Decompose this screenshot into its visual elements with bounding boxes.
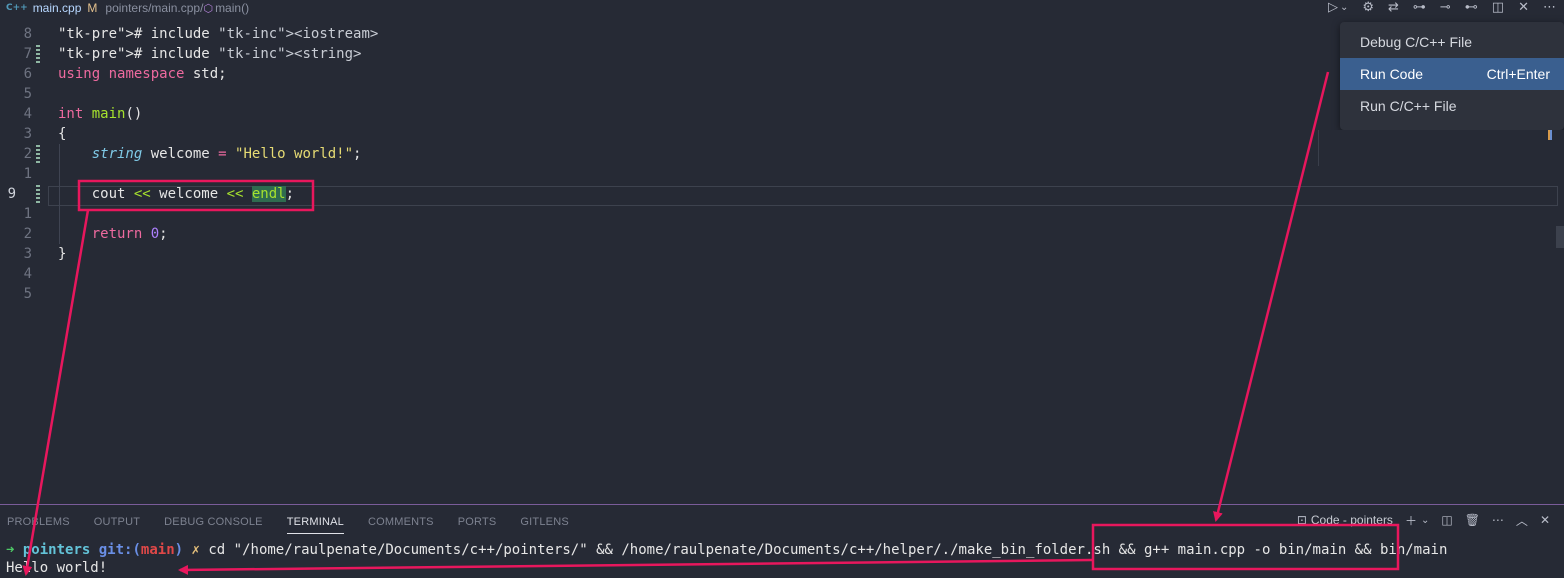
split-editor-icon[interactable]: ◫: [1492, 0, 1504, 16]
code-editor[interactable]: 8 "tk-pre"># include "tk-inc"><iostream> 7…: [0, 24, 1564, 504]
line-number: 2: [23, 226, 32, 242]
code-text: }: [58, 246, 67, 262]
line-number: 6: [23, 66, 32, 82]
code-text: "tk-pre"># include "tk-inc"><iostream>: [58, 26, 379, 42]
menu-item-run-code[interactable]: Run Code Ctrl+Enter: [1340, 58, 1564, 90]
editor-toolbar: ▷ ⌄ ⚙ ⇄ ⊶ ⊸ ⊷ ◫ ✕ ⋯: [1328, 0, 1556, 16]
symbol-method-icon: ⬡: [203, 2, 214, 15]
terminal-name[interactable]: Code - pointers: [1311, 513, 1393, 527]
terminal-command-line: ➜ pointers git:(main) ✗ cd "/home/raulpe…: [6, 542, 1448, 558]
code-line[interactable]: 3}: [0, 244, 1564, 264]
code-line[interactable]: 7 "tk-pre"># include "tk-inc"><string>: [0, 44, 1564, 64]
breadcrumb-file[interactable]: main.cpp: [33, 1, 82, 15]
line-number: 3: [23, 246, 32, 262]
line-number: 3: [23, 126, 32, 142]
git-change-marker[interactable]: [36, 185, 40, 203]
menu-item-run-file[interactable]: Run C/C++ File: [1340, 90, 1564, 122]
breadcrumb-symbol[interactable]: main(): [215, 1, 249, 15]
tab-terminal[interactable]: TERMINAL: [286, 506, 345, 534]
git-change-marker[interactable]: [36, 145, 40, 163]
close-icon[interactable]: ✕: [1518, 0, 1529, 16]
code-line[interactable]: 4 int main(): [0, 104, 1564, 124]
terminal-output: Hello world!: [6, 560, 108, 576]
code-line[interactable]: 2 return 0;: [0, 224, 1564, 244]
line-number: 5: [23, 286, 32, 302]
git-commit-icon[interactable]: ⊶: [1413, 0, 1426, 16]
panel-actions: ⊡ Code - pointers ＋ ⌄ ◫ 🗑 ⋯ ︿ ✕: [1297, 506, 1550, 534]
more-icon[interactable]: ⋯: [1492, 513, 1504, 527]
terminal[interactable]: ➜ pointers git:(main) ✗ cd "/home/raulpe…: [0, 540, 1564, 578]
code-text: string welcome = "Hello world!";: [91, 146, 362, 162]
split-terminal-icon[interactable]: ◫: [1441, 513, 1452, 527]
code-text: int main(): [58, 106, 143, 122]
code-text: return 0;: [91, 226, 168, 242]
maximize-panel-icon[interactable]: ︿: [1516, 512, 1528, 529]
code-line[interactable]: 1: [0, 204, 1564, 224]
code-text: "tk-pre"># include "tk-inc"><string>: [58, 46, 362, 62]
terminal-icon: ⊡: [1296, 513, 1307, 527]
line-number: 4: [23, 106, 32, 122]
minimap-marker: [1548, 130, 1552, 140]
trash-icon[interactable]: 🗑: [1465, 513, 1480, 527]
tab-problems[interactable]: PROBLEMS: [7, 506, 70, 534]
run-dropdown-menu: Debug C/C++ File Run Code Ctrl+Enter Run…: [1340, 22, 1564, 130]
code-text: cout << welcome << endl;: [58, 186, 295, 202]
code-text: {: [58, 126, 67, 142]
code-line[interactable]: 4: [0, 264, 1564, 284]
chevron-down-icon[interactable]: ⌄: [1340, 0, 1348, 16]
run-icon[interactable]: ▷: [1328, 0, 1338, 16]
line-number: 4: [23, 266, 32, 282]
cpp-file-icon: C++: [6, 3, 28, 13]
line-number: 9: [7, 186, 16, 202]
git-change-marker[interactable]: [36, 45, 40, 63]
scrollbar-thumb[interactable]: [1556, 226, 1564, 248]
git-prev-icon[interactable]: ⊸: [1440, 0, 1451, 16]
gear-icon[interactable]: ⚙: [1362, 0, 1374, 16]
new-terminal-icon[interactable]: ＋: [1405, 512, 1417, 529]
code-line[interactable]: 5: [0, 284, 1564, 304]
line-number: 5: [23, 86, 32, 102]
terminal-command: cd "/home/raulpenate/Documents/c++/point…: [208, 542, 1448, 558]
code-line[interactable]: 9 cout << welcome << endl;: [0, 184, 1564, 204]
breadcrumb-path[interactable]: pointers/main.cpp/: [105, 1, 203, 15]
tab-output[interactable]: OUTPUT: [94, 506, 140, 534]
shortcut-label: Ctrl+Enter: [1486, 66, 1550, 82]
chevron-down-icon[interactable]: ⌄: [1421, 515, 1429, 526]
code-line[interactable]: 8 "tk-pre"># include "tk-inc"><iostream>: [0, 24, 1564, 44]
code-line[interactable]: 1: [0, 164, 1564, 184]
line-number: 7: [23, 46, 32, 62]
code-text: using namespace std;: [58, 66, 227, 82]
menu-item-debug[interactable]: Debug C/C++ File: [1340, 26, 1564, 58]
compare-icon[interactable]: ⇄: [1388, 0, 1399, 16]
tab-ports[interactable]: PORTS: [458, 506, 497, 534]
code-line[interactable]: 5: [0, 84, 1564, 104]
code-line[interactable]: 6 using namespace std;: [0, 64, 1564, 84]
modified-badge: M: [87, 1, 98, 15]
more-icon[interactable]: ⋯: [1543, 0, 1556, 16]
line-number: 1: [23, 206, 32, 222]
tab-comments[interactable]: COMMENTS: [368, 506, 434, 534]
panel-divider[interactable]: [0, 504, 1564, 505]
tab-gitlens[interactable]: GITLENS: [520, 506, 568, 534]
line-number: 2: [23, 146, 32, 162]
git-next-icon[interactable]: ⊷: [1465, 0, 1478, 16]
minimap[interactable]: [1318, 130, 1564, 166]
line-number: 8: [23, 26, 32, 42]
tab-debug-console[interactable]: DEBUG CONSOLE: [164, 506, 263, 534]
close-panel-icon[interactable]: ✕: [1540, 513, 1550, 527]
line-number: 1: [23, 166, 32, 182]
